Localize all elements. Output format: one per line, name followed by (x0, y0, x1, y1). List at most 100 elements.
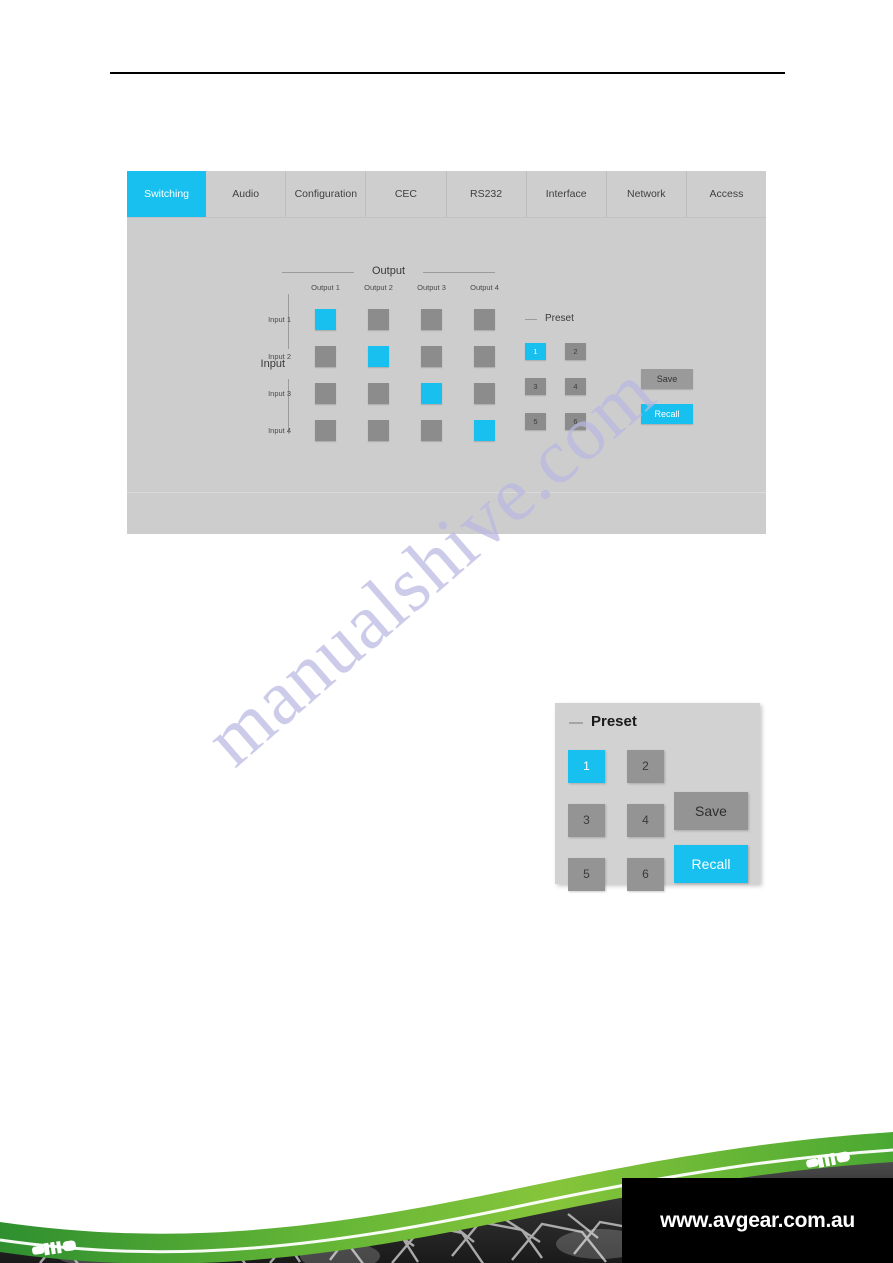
preset-detail-header: Preset (569, 711, 689, 733)
preset-button-6-label: 6 (573, 417, 578, 426)
matrix-cell-in4-out4[interactable] (474, 420, 495, 441)
tab-bar: Switching Audio Configuration CEC RS232 … (127, 171, 766, 217)
tab-network-label: Network (627, 188, 666, 200)
preset-detail-save-button[interactable]: Save (674, 792, 748, 830)
preset-action-column: Save Recall (641, 369, 693, 439)
preset-button-6[interactable]: 6 (565, 413, 586, 430)
matrix-column-header: Output 2 (364, 283, 393, 292)
preset-row: 5 6 (525, 404, 605, 439)
preset-detail-recall-label: Recall (691, 856, 731, 872)
preset-detail-bracket-line (569, 722, 583, 724)
preset-block: Preset 1 2 3 4 5 6 Save Recall (525, 311, 735, 430)
matrix-cell-in2-out3[interactable] (421, 346, 442, 367)
header-rule (110, 72, 785, 74)
preset-detail-button-4-label: 4 (642, 813, 649, 827)
matrix-cell-in4-out1[interactable] (315, 420, 336, 441)
tab-network[interactable]: Network (606, 171, 687, 217)
preset-row: 1 2 (525, 334, 605, 369)
tab-cec-label: CEC (394, 188, 418, 200)
preset-button-4-label: 4 (573, 382, 578, 391)
page-root: Switching Audio Configuration CEC RS232 … (0, 0, 893, 1263)
preset-detail-button-6-label: 6 (642, 867, 649, 881)
preset-detail-grid: 1 2 3 4 5 6 (568, 739, 686, 901)
preset-detail-row: 5 6 (568, 847, 686, 901)
preset-detail-button-2[interactable]: 2 (627, 749, 664, 783)
preset-button-3[interactable]: 3 (525, 378, 546, 395)
matrix-column-header: Output 1 (311, 283, 340, 292)
website-url: www.avgear.com.au (660, 1208, 855, 1232)
matrix-row-header: Input 2 (268, 352, 291, 361)
preset-button-5[interactable]: 5 (525, 413, 546, 430)
matrix-cell-in4-out2[interactable] (368, 420, 389, 441)
matrix-cell-in1-out3[interactable] (421, 309, 442, 330)
matrix-cell-in1-out1[interactable] (315, 309, 336, 330)
preset-detail-button-6[interactable]: 6 (627, 857, 664, 891)
matrix-row: Input 4 (263, 412, 511, 449)
matrix-row-header: Input 3 (268, 389, 291, 398)
preset-button-4[interactable]: 4 (565, 378, 586, 395)
preset-detail-button-5-label: 5 (583, 867, 590, 881)
preset-header: Preset (525, 311, 645, 327)
matrix-cell-in1-out4[interactable] (474, 309, 495, 330)
tab-audio-label: Audio (232, 188, 260, 200)
tab-access-label: Access (709, 188, 744, 200)
matrix-rows: Input 1 Input 2 Input 3 Input 4 (263, 301, 511, 449)
preset-bracket-line (525, 319, 537, 320)
matrix-row: Input 1 (263, 301, 511, 338)
preset-detail-button-2-label: 2 (642, 759, 649, 773)
preset-detail-row: 3 4 (568, 793, 686, 847)
preset-row: 3 4 (525, 369, 605, 404)
matrix-cell-in2-out1[interactable] (315, 346, 336, 367)
tab-switching[interactable]: Switching (127, 171, 207, 217)
matrix-cell-in3-out1[interactable] (315, 383, 336, 404)
preset-button-2-label: 2 (573, 347, 578, 356)
preset-button-1-label: 1 (533, 347, 538, 356)
tab-rs232-label: RS232 (470, 188, 503, 200)
preset-detail-button-1[interactable]: 1 (568, 749, 605, 783)
matrix-row-header: Input 1 (268, 315, 291, 324)
preset-detail-button-3-label: 3 (583, 813, 590, 827)
matrix-row-header: Input 4 (268, 426, 291, 435)
tab-cec[interactable]: CEC (366, 171, 447, 217)
preset-button-3-label: 3 (533, 382, 538, 391)
preset-detail-row: 1 2 (568, 739, 686, 793)
save-button-label: Save (656, 374, 678, 384)
preset-detail-save-label: Save (695, 803, 727, 819)
matrix-cell-in4-out3[interactable] (421, 420, 442, 441)
save-button[interactable]: Save (641, 369, 693, 389)
preset-button-1[interactable]: 1 (525, 343, 546, 360)
tab-interface[interactable]: Interface (526, 171, 607, 217)
preset-button-5-label: 5 (533, 417, 538, 426)
matrix-cell-in2-out4[interactable] (474, 346, 495, 367)
matrix-cell-in3-out2[interactable] (368, 383, 389, 404)
website-url-box: www.avgear.com.au (622, 1178, 893, 1263)
tab-interface-label: Interface (545, 188, 587, 200)
preset-title: Preset (545, 313, 574, 324)
matrix-column-headers: Output 1 Output 2 Output 3 Output 4 (299, 283, 511, 292)
recall-button[interactable]: Recall (641, 404, 693, 424)
preset-detail-button-4[interactable]: 4 (627, 803, 664, 837)
tab-configuration-label: Configuration (294, 188, 358, 200)
footer-banner: www.avgear.com.au (0, 1118, 893, 1263)
matrix-row: Input 3 (263, 375, 511, 412)
preset-detail-button-3[interactable]: 3 (568, 803, 605, 837)
matrix-cell-in1-out2[interactable] (368, 309, 389, 330)
preset-detail-action-column: Save Recall (674, 792, 748, 898)
preset-detail-recall-button[interactable]: Recall (674, 845, 748, 883)
matrix-column-header: Output 3 (417, 283, 446, 292)
tab-rs232[interactable]: RS232 (446, 171, 527, 217)
matrix-cell-in2-out2[interactable] (368, 346, 389, 367)
preset-button-2[interactable]: 2 (565, 343, 586, 360)
preset-detail-panel: Preset 1 2 3 4 5 6 Save Recall (555, 703, 760, 891)
matrix-cell-in3-out4[interactable] (474, 383, 495, 404)
matrix-cell-in3-out3[interactable] (421, 383, 442, 404)
preset-detail-title: Preset (591, 713, 637, 730)
preset-detail-button-5[interactable]: 5 (568, 857, 605, 891)
tab-configuration[interactable]: Configuration (286, 171, 367, 217)
preset-detail-button-1-label: 1 (583, 759, 590, 773)
tab-switching-label: Switching (144, 188, 190, 200)
tab-audio[interactable]: Audio (206, 171, 287, 217)
matrix-switcher-panel: Switching Audio Configuration CEC RS232 … (127, 171, 766, 534)
tab-access[interactable]: Access (686, 171, 766, 217)
matrix-row: Input 2 (263, 338, 511, 375)
